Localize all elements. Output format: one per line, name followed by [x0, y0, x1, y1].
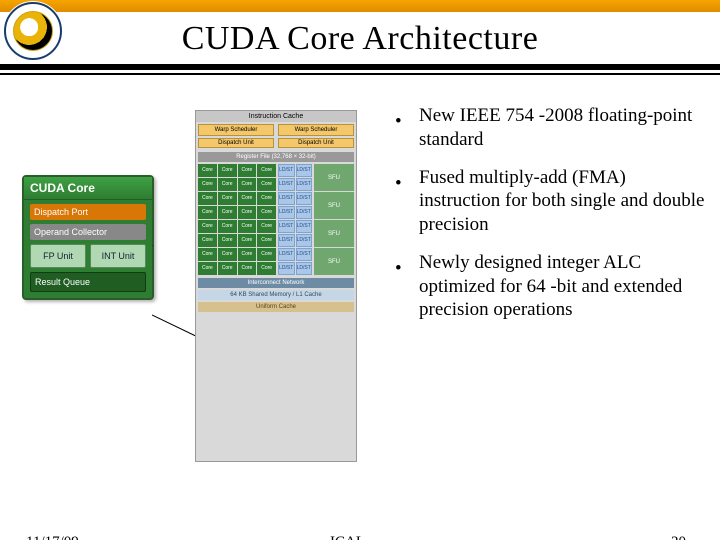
- cuda-core-cell: Core: [238, 178, 257, 191]
- cuda-core-cell: Core: [218, 192, 237, 205]
- cuda-core-cell: Core: [218, 164, 237, 177]
- cuda-core-cell: Core: [218, 206, 237, 219]
- int-unit: INT Unit: [90, 244, 146, 268]
- sfu-column: SFUSFUSFUSFU: [314, 164, 354, 275]
- cuda-core-cell: Core: [257, 206, 276, 219]
- topbar: CUDA Core Architecture: [0, 0, 720, 70]
- footer-center: ICAL: [330, 534, 365, 540]
- shared-l1-cache: 64 KB Shared Memory / L1 Cache: [198, 290, 354, 300]
- instruction-cache: Instruction Cache: [196, 111, 356, 122]
- execution-units: FP Unit INT Unit: [30, 244, 146, 268]
- cuda-core-cell: Core: [218, 262, 237, 275]
- bullet-text: Newly designed integer ALC optimized for…: [419, 251, 705, 322]
- bullet-item: • Newly designed integer ALC optimized fo…: [395, 251, 705, 322]
- cuda-core-cell: Core: [238, 164, 257, 177]
- warp-scheduler-0: Warp Scheduler: [198, 124, 274, 136]
- core-grid: CoreCoreCoreCoreCoreCoreCoreCoreCoreCore…: [198, 164, 354, 275]
- ldst-cell: LD/ST: [278, 262, 295, 275]
- ldst-cell: LD/ST: [278, 220, 295, 233]
- dispatch-unit-1: Dispatch Unit: [278, 138, 354, 148]
- bullet-item: • Fused multiply-add (FMA) instruction fo…: [395, 166, 705, 237]
- cuda-core-cell: Core: [257, 234, 276, 247]
- cuda-core-cell: Core: [257, 192, 276, 205]
- ldst-column: LD/STLD/STLD/STLD/STLD/STLD/STLD/STLD/ST…: [278, 164, 312, 275]
- cuda-core-cell: Core: [238, 248, 257, 261]
- sfu-cell: SFU: [314, 164, 354, 191]
- bullet-icon: •: [395, 104, 401, 152]
- cuda-core-cell: Core: [238, 262, 257, 275]
- ldst-cell: LD/ST: [296, 164, 313, 177]
- ldst-cell: LD/ST: [296, 206, 313, 219]
- cuda-core-cell: Core: [218, 220, 237, 233]
- ldst-cell: LD/ST: [296, 262, 313, 275]
- cuda-core-cell: Core: [257, 164, 276, 177]
- sfu-cell: SFU: [314, 220, 354, 247]
- bullet-item: • New IEEE 754 -2008 floating-point stand…: [395, 104, 705, 152]
- bullet-icon: •: [395, 166, 401, 237]
- cuda-core-cell: Core: [257, 248, 276, 261]
- cuda-core-cell: Core: [257, 262, 276, 275]
- title-rule-thin: [0, 73, 720, 75]
- cuda-core-cell: Core: [198, 192, 217, 205]
- interconnect-network: Interconnect Network: [198, 278, 354, 288]
- university-logo: [4, 2, 62, 60]
- bullet-icon: •: [395, 251, 401, 322]
- footer-page: 20: [671, 534, 686, 540]
- ldst-cell: LD/ST: [278, 192, 295, 205]
- ldst-cell: LD/ST: [296, 192, 313, 205]
- cuda-core-cell: Core: [238, 220, 257, 233]
- dispatch-unit-0: Dispatch Unit: [198, 138, 274, 148]
- cuda-core-header: CUDA Core: [24, 177, 152, 200]
- cuda-core-cell: Core: [198, 220, 217, 233]
- fp-unit: FP Unit: [30, 244, 86, 268]
- sm-diagram: Instruction Cache Warp Scheduler Warp Sc…: [195, 110, 357, 462]
- ldst-cell: LD/ST: [296, 248, 313, 261]
- cuda-core-cell: Core: [238, 234, 257, 247]
- ldst-cell: LD/ST: [296, 220, 313, 233]
- warp-scheduler-1: Warp Scheduler: [278, 124, 354, 136]
- slide: CUDA Core Architecture CUDA Core Dispatc…: [0, 0, 720, 540]
- cuda-core-block: CUDA Core Dispatch Port Operand Collecto…: [22, 175, 154, 300]
- cuda-core-cell: Core: [198, 234, 217, 247]
- core-column: CoreCoreCoreCoreCoreCoreCoreCoreCoreCore…: [198, 164, 276, 275]
- ldst-cell: LD/ST: [278, 178, 295, 191]
- sfu-cell: SFU: [314, 248, 354, 275]
- title-rule-thick: [0, 64, 720, 70]
- register-file: Register File (32,768 × 32-bit): [198, 152, 354, 162]
- cuda-core-cell: Core: [198, 248, 217, 261]
- bullet-text: Fused multiply-add (FMA) instruction for…: [419, 166, 705, 237]
- cuda-core-cell: Core: [198, 206, 217, 219]
- operand-collector: Operand Collector: [30, 224, 146, 240]
- slide-title: CUDA Core Architecture: [0, 20, 720, 58]
- cuda-core-cell: Core: [198, 164, 217, 177]
- cuda-core-cell: Core: [238, 206, 257, 219]
- ldst-cell: LD/ST: [278, 248, 295, 261]
- bullet-list: • New IEEE 754 -2008 floating-point stand…: [395, 104, 705, 336]
- cuda-core-cell: Core: [198, 178, 217, 191]
- logo-inner: [13, 11, 53, 51]
- footer-date: 11/17/09: [26, 534, 79, 540]
- ldst-cell: LD/ST: [278, 164, 295, 177]
- cuda-core-cell: Core: [257, 178, 276, 191]
- cuda-core-cell: Core: [218, 248, 237, 261]
- dispatch-port: Dispatch Port: [30, 204, 146, 220]
- ldst-cell: LD/ST: [278, 234, 295, 247]
- uniform-cache: Uniform Cache: [198, 302, 354, 312]
- cuda-core-cell: Core: [257, 220, 276, 233]
- ldst-cell: LD/ST: [278, 206, 295, 219]
- cuda-core-cell: Core: [218, 234, 237, 247]
- ldst-cell: LD/ST: [296, 178, 313, 191]
- result-queue: Result Queue: [30, 272, 146, 292]
- cuda-core-cell: Core: [218, 178, 237, 191]
- ldst-cell: LD/ST: [296, 234, 313, 247]
- accent-bar: [0, 0, 720, 12]
- content-area: CUDA Core Dispatch Port Operand Collecto…: [0, 90, 720, 490]
- bullet-text: New IEEE 754 -2008 floating-point standa…: [419, 104, 705, 152]
- sfu-cell: SFU: [314, 192, 354, 219]
- cuda-core-cell: Core: [238, 192, 257, 205]
- cuda-core-cell: Core: [198, 262, 217, 275]
